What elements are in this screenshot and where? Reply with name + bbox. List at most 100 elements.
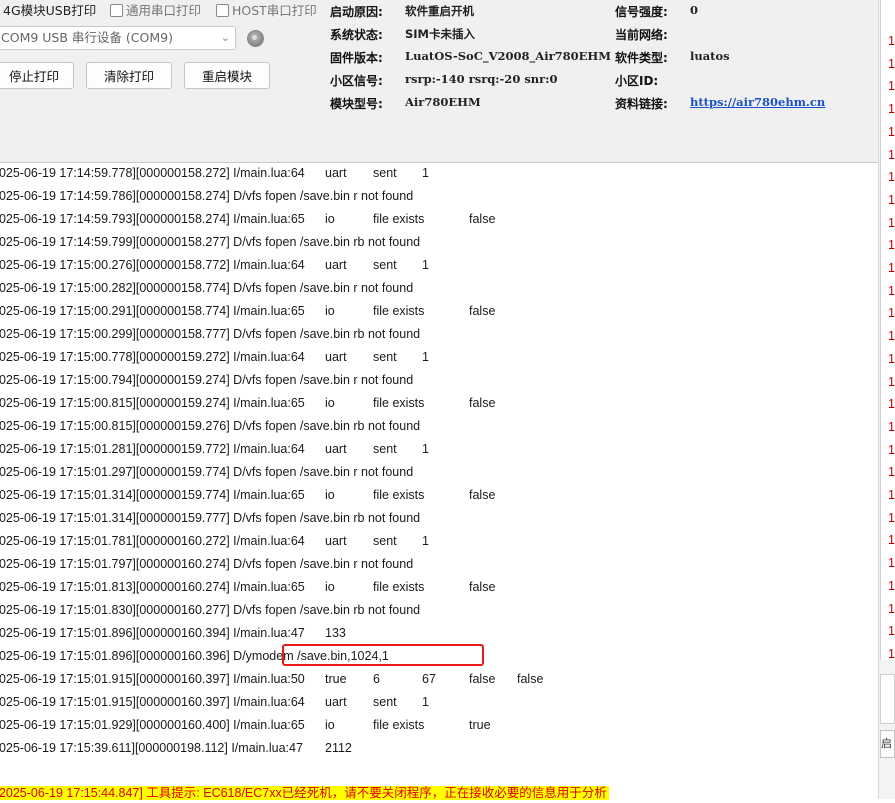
log-timestamp: 2025-06-19 17:15:00.794][000000159.274] … [0, 373, 414, 387]
signal-value: 0 [690, 3, 699, 17]
log-field: io [325, 396, 335, 410]
right-line-digit: 1 [888, 238, 895, 253]
log-field: false [469, 212, 496, 226]
right-line-digit: 1 [888, 147, 895, 162]
highlight-box [282, 644, 484, 666]
log-timestamp: 2025-06-19 17:14:59.799][000000158.277] … [0, 235, 421, 249]
info-network: 当前网络: [615, 26, 668, 43]
log-field: sent [373, 442, 397, 456]
refresh-icon[interactable] [247, 30, 264, 47]
log-field: 2112 [325, 741, 352, 755]
info-cell-id: 小区ID: [615, 72, 658, 89]
right-line-digit: 1 [888, 488, 895, 502]
log-timestamp: 2025-06-19 17:15:01.813][000000160.274] … [0, 580, 305, 594]
reboot-module-button[interactable]: 重启模块 [184, 62, 270, 89]
right-line-digit: 1 [888, 533, 895, 548]
log-field: false [469, 672, 496, 686]
log-field: 67 [422, 672, 436, 686]
info-cell: 小区信号: rsrp:-140 rsrq:-20 snr:0 [330, 72, 557, 89]
log-field: uart [325, 442, 347, 456]
log-timestamp: 2025-06-19 17:15:01.915][000000160.397] … [0, 672, 305, 686]
firmware-value: LuatOS-SoC_V2008_Air780EHM [405, 49, 612, 63]
info-sys-state: 系统状态: SIM卡未插入 [330, 26, 475, 43]
model-value: Air780EHM [405, 95, 481, 109]
log-timestamp: 2025-06-19 17:15:01.781][000000160.272] … [0, 534, 305, 548]
log-field: sent [373, 695, 397, 709]
log-timestamp: 2025-06-19 17:15:00.291][000000158.774] … [0, 304, 305, 318]
right-line-digit: 1 [888, 601, 895, 616]
log-timestamp: 2025-06-19 17:15:01.297][000000159.774] … [0, 465, 414, 479]
right-line-digit: 1 [888, 124, 895, 139]
right-start-button-label: 启 [881, 737, 892, 750]
log-field: 1 [422, 166, 429, 180]
right-line-digit: 1 [888, 646, 895, 661]
log-timestamp: 2025-06-19 17:14:59.786][000000158.274] … [0, 189, 414, 203]
mode-4g-usb-text: 4G模块USB打印 [3, 3, 97, 18]
log-timestamp: 2025-06-19 17:15:01.797][000000160.274] … [0, 557, 414, 571]
info-soft-type: 软件类型: luatos [615, 49, 730, 66]
warning-text: 2025-06-19 17:15:44.847] 工具提示: EC618/EC7… [0, 786, 609, 800]
log-timestamp: 2025-06-19 17:15:01.915][000000160.397] … [0, 695, 305, 709]
info-signal: 信号强度: 0 [615, 3, 698, 20]
link-value[interactable]: https://air780ehm.cn [690, 95, 825, 109]
mode-uart-checkbox[interactable] [110, 4, 123, 17]
log-field: uart [325, 166, 347, 180]
log-timestamp: 2025-06-19 17:14:59.778][000000158.272] … [0, 166, 305, 180]
top-panel: 4G模块USB打印 通用串口打印 HOST串口打印 COM9 USB 串行设备 … [0, 0, 878, 163]
boot-reason-label: 启动原因: [330, 5, 383, 19]
cell-id-label: 小区ID: [615, 74, 659, 88]
log-field: io [325, 718, 335, 732]
log-field: false [517, 672, 544, 686]
right-line-digit: 1 [888, 510, 895, 525]
log-field: 1 [422, 695, 429, 709]
log-field: true [325, 672, 347, 686]
stop-print-button[interactable]: 停止打印 [0, 62, 74, 89]
log-field: sent [373, 166, 397, 180]
right-line-digit: 1 [888, 79, 895, 94]
mode-4g-usb-label[interactable]: 4G模块USB打印 [3, 0, 96, 19]
log-field: io [325, 212, 335, 226]
info-firmware: 固件版本: LuatOS-SoC_V2008_Air780EHM [330, 49, 611, 66]
log-timestamp: 2025-06-19 17:15:01.929][000000160.400] … [0, 718, 305, 732]
port-select[interactable]: COM9 USB 串行设备 (COM9) ⌄ [0, 26, 236, 50]
chevron-down-icon[interactable]: ⌄ [221, 27, 230, 49]
mode-host-checkbox[interactable] [216, 4, 229, 17]
right-line-digit: 1 [888, 578, 895, 593]
log-field: 1 [422, 534, 429, 548]
boot-reason-value: 软件重启开机 [405, 4, 474, 18]
warning-line: 2025-06-19 17:15:44.847] 工具提示: EC618/EC7… [0, 763, 609, 800]
soft-type-label: 软件类型: [615, 51, 668, 65]
log-timestamp: 2025-06-19 17:15:00.815][000000159.276] … [0, 419, 421, 433]
info-link: 资料链接: https://air780ehm.cn [615, 95, 825, 112]
right-line-digit: 1 [888, 283, 895, 298]
log-timestamp: 2025-06-19 17:15:01.896][000000160.394] … [0, 626, 305, 640]
log-timestamp: 2025-06-19 17:15:00.778][000000159.272] … [0, 350, 305, 364]
log-field: uart [325, 534, 347, 548]
log-field: false [469, 580, 496, 594]
log-field: io [325, 580, 335, 594]
log-field: file exists [373, 718, 425, 732]
log-timestamp: 2025-06-19 17:14:59.793][000000158.274] … [0, 212, 305, 226]
log-timestamp: 2025-06-19 17:15:00.299][000000158.777] … [0, 327, 421, 341]
right-line-digit: 1 [888, 397, 895, 412]
log-field: file exists [373, 304, 425, 318]
mode-uart-option[interactable]: 通用串口打印 [110, 0, 201, 19]
right-line-digit: 1 [888, 306, 895, 321]
log-timestamp: 2025-06-19 17:15:39.611][000000198.112] … [0, 741, 303, 755]
signal-label: 信号强度: [615, 5, 668, 19]
log-field: uart [325, 350, 347, 364]
log-field: 6 [373, 672, 380, 686]
right-line-digit: 1 [888, 465, 895, 480]
log-field: uart [325, 695, 347, 709]
right-input-box[interactable] [880, 674, 895, 724]
clear-print-button[interactable]: 清除打印 [86, 62, 172, 89]
right-line-digit: 1 [888, 329, 895, 344]
cell-value: rsrp:-140 rsrq:-20 snr:0 [405, 72, 558, 86]
right-start-button[interactable]: 启 [880, 730, 895, 758]
right-line-digit: 1 [888, 215, 895, 230]
right-line-digit: 1 [888, 34, 895, 48]
right-line-digit: 1 [888, 192, 895, 207]
mode-host-option[interactable]: HOST串口打印 [216, 0, 317, 19]
cell-label: 小区信号: [330, 74, 383, 88]
log-timestamp: 2025-06-19 17:15:01.281][000000159.772] … [0, 442, 305, 456]
